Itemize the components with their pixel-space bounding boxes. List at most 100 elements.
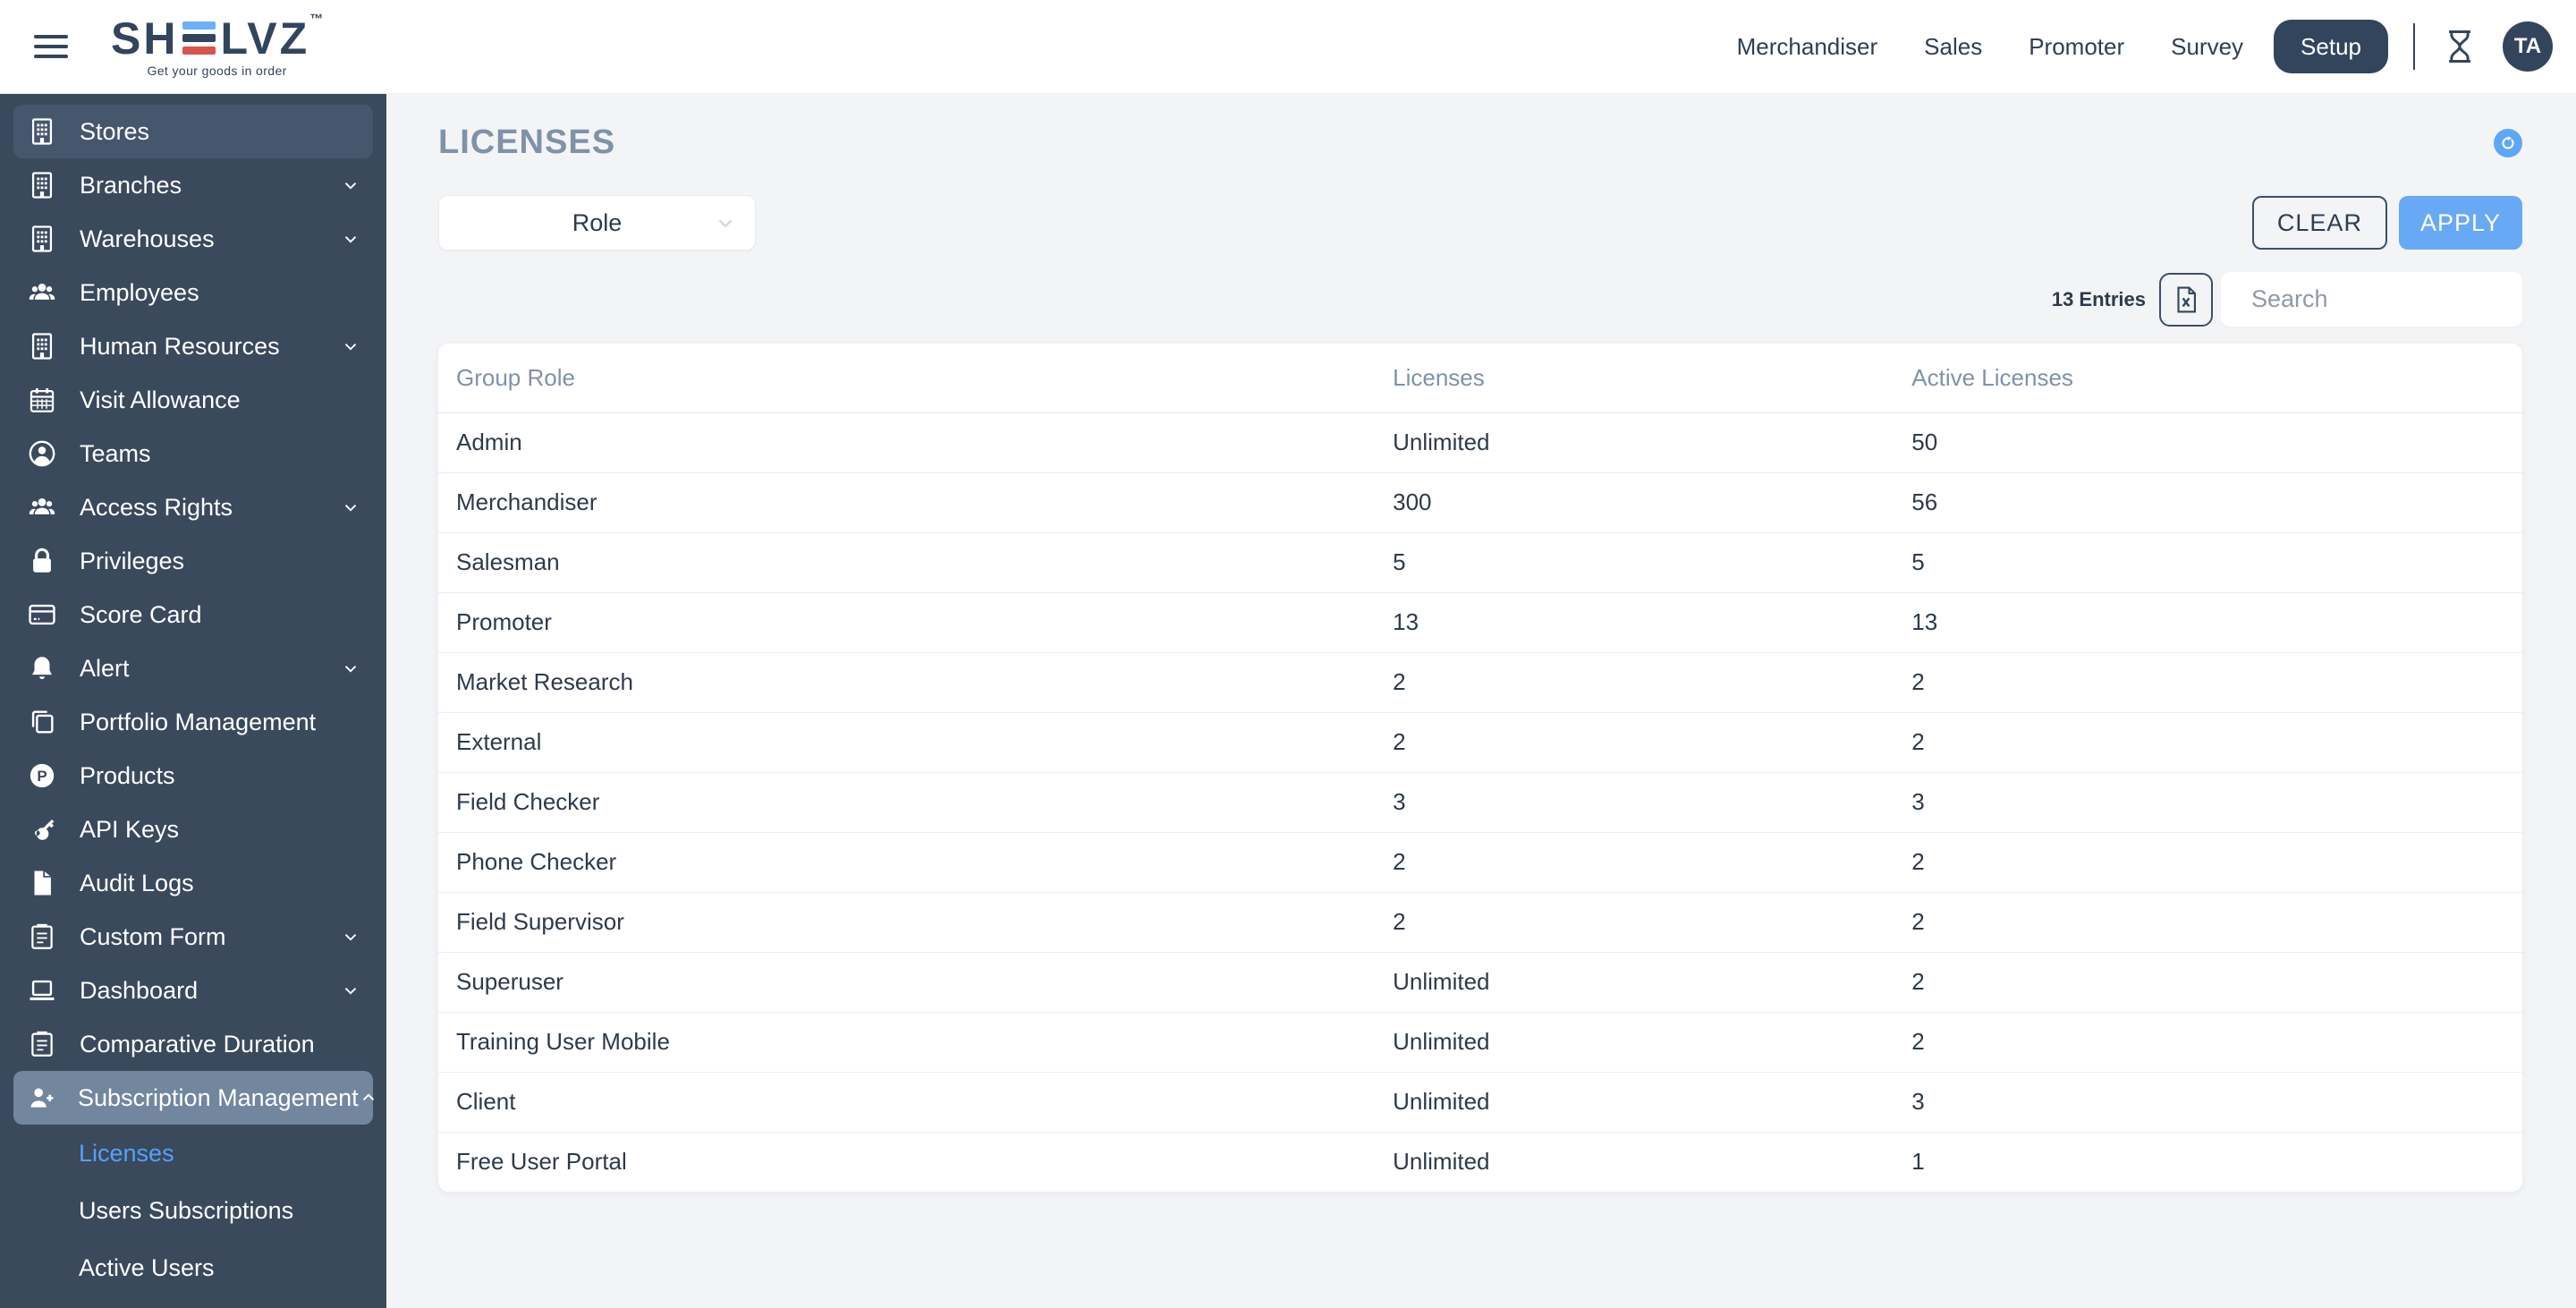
refresh-button[interactable] [2494, 128, 2522, 157]
sidebar-item-label: Employees [80, 278, 199, 306]
cell-licenses: Unlimited [1393, 1071, 1912, 1132]
sidebar-item-products[interactable]: P Products [13, 749, 373, 803]
sidebar-item-dashboard[interactable]: Dashboard [13, 964, 373, 1017]
sidebar-item-subscription-management[interactable]: Subscription Management [13, 1071, 374, 1125]
sidebar-subitem-label: Users Subscriptions [79, 1196, 294, 1224]
nav-promoter[interactable]: Promoter [2029, 33, 2124, 61]
cell-licenses: 300 [1393, 471, 1912, 532]
cell-active-licenses: 5 [1911, 531, 2522, 592]
sidebar-item-stores[interactable]: Stores [13, 105, 373, 158]
sidebar-item-label: Branches [80, 171, 182, 199]
cell-licenses: Unlimited [1393, 429, 1490, 455]
chevron-down-icon [341, 981, 360, 1000]
nav-survey[interactable]: Survey [2171, 33, 2243, 61]
sidebar-item-label: API Keys [80, 815, 180, 843]
sidebar-item-label: Warehouses [80, 225, 215, 252]
person-plus-icon [26, 1083, 56, 1113]
sidebar-item-label: Comparative Duration [80, 1030, 315, 1057]
nav-merchandiser[interactable]: Merchandiser [1737, 33, 1878, 61]
sidebar-item-access-rights[interactable]: Access Rights [13, 480, 373, 534]
column-header-licenses[interactable]: Licenses [1393, 344, 1911, 412]
nav-sales[interactable]: Sales [1924, 33, 1982, 61]
credit-card-icon [26, 599, 58, 630]
table-row: Superuser Unlimited 2 [438, 951, 2522, 1012]
hourglass-icon[interactable] [2440, 27, 2479, 66]
main-content: LICENSES Role CLEAR APPLY 13 Entries Sea… [386, 94, 2576, 1308]
cell-active-licenses: 2 [1911, 651, 2522, 712]
search-box [2221, 272, 2568, 327]
chevron-down-icon [341, 927, 360, 947]
page-title: LICENSES [438, 123, 616, 161]
person-circle-icon [26, 438, 58, 469]
sidebar-subitem-users-subscriptions[interactable]: Users Subscriptions [0, 1182, 386, 1239]
laptop-icon [26, 975, 58, 1006]
sidebar-item-human-resources[interactable]: Human Resources [13, 319, 373, 373]
sidebar-item-privileges[interactable]: Privileges [13, 534, 373, 588]
calendar-icon [26, 385, 58, 415]
cell-active-licenses: 2 [1911, 891, 2522, 952]
setup-button[interactable]: Setup [2274, 20, 2388, 73]
app-logo: SH LVZ ™ Get your goods in order [111, 13, 323, 78]
building-icon [26, 170, 58, 200]
cell-group-role: External [438, 711, 1394, 772]
cell-group-role: Salesman [438, 531, 1394, 592]
export-excel-button[interactable] [2159, 272, 2213, 327]
role-filter-label: Role [572, 208, 623, 236]
chevron-down-icon [341, 658, 360, 678]
cell-group-role: Field Supervisor [438, 891, 1394, 952]
cell-licenses: Unlimited [1393, 1011, 1912, 1072]
column-header-group-role[interactable]: Group Role [438, 344, 1393, 412]
apply-button[interactable]: APPLY [2398, 196, 2522, 250]
clipboard-icon [26, 922, 58, 952]
cell-licenses: Unlimited [1393, 1131, 1912, 1192]
sidebar-item-label: Products [80, 761, 175, 789]
people-group-icon [26, 492, 58, 522]
sidebar-item-custom-form[interactable]: Custom Form [13, 910, 373, 964]
sidebar-item-label: Audit Logs [80, 869, 194, 896]
clipboard-icon [26, 1029, 58, 1059]
key-icon [26, 814, 58, 845]
sidebar-item-warehouses[interactable]: Warehouses [13, 212, 373, 266]
sidebar-subitem-active-users[interactable]: Active Users [0, 1239, 386, 1296]
chevron-down-icon [341, 229, 360, 249]
sidebar-item-comparative-duration[interactable]: Comparative Duration [13, 1017, 373, 1071]
sidebar-subitem-licenses[interactable]: Licenses [0, 1125, 386, 1182]
chevron-down-icon [341, 336, 360, 356]
user-avatar[interactable]: TA [2503, 21, 2553, 72]
sidebar-item-api-keys[interactable]: API Keys [13, 803, 373, 856]
clear-button[interactable]: CLEAR [2251, 196, 2387, 250]
cell-licenses: 3 [1393, 771, 1912, 832]
sidebar-item-alert[interactable]: Alert [13, 641, 373, 695]
table-row: Field Checker 3 3 [438, 771, 2522, 832]
cell-licenses: Unlimited [1393, 951, 1912, 1012]
cell-active-licenses: 1 [1911, 1131, 2522, 1192]
table-row: Free User Portal Unlimited 1 [438, 1131, 2522, 1192]
cell-group-role: Client [438, 1071, 1394, 1132]
sidebar-item-label: Score Card [80, 600, 202, 628]
table-row: Training User Mobile Unlimited 2 [438, 1011, 2522, 1072]
sidebar-item-audit-logs[interactable]: Audit Logs [13, 856, 373, 910]
lock-icon [26, 546, 58, 576]
sidebar-item-portfolio-management[interactable]: Portfolio Management [13, 695, 373, 749]
sidebar-item-branches[interactable]: Branches [13, 158, 373, 212]
logo-text-right: LVZ [220, 13, 310, 64]
sidebar-item-teams[interactable]: Teams [13, 427, 373, 480]
svg-text:P: P [37, 768, 47, 785]
search-input[interactable] [2251, 285, 2568, 313]
role-filter-dropdown[interactable]: Role [438, 195, 756, 251]
building-icon [26, 331, 58, 361]
cell-active-licenses: 3 [1911, 771, 2522, 832]
licenses-table-card: Group Role Licenses Active Licenses Admi… [438, 344, 2522, 1192]
cell-active-licenses: 2 [1911, 951, 2522, 1012]
sidebar-item-score-card[interactable]: Score Card [13, 588, 373, 641]
sidebar-item-employees[interactable]: Employees [13, 266, 373, 319]
building-icon [26, 116, 58, 147]
table-row: External 2 2 [438, 711, 2522, 772]
p-circle-icon: P [26, 760, 58, 791]
sidebar-item-visit-allowance[interactable]: Visit Allowance [13, 373, 373, 427]
cell-group-role: Training User Mobile [438, 1011, 1394, 1072]
column-header-active-licenses[interactable]: Active Licenses [1911, 344, 2522, 412]
table-row: Field Supervisor 2 2 [438, 891, 2522, 952]
hamburger-menu-icon[interactable] [34, 35, 68, 58]
logo-tagline: Get your goods in order [147, 63, 287, 78]
